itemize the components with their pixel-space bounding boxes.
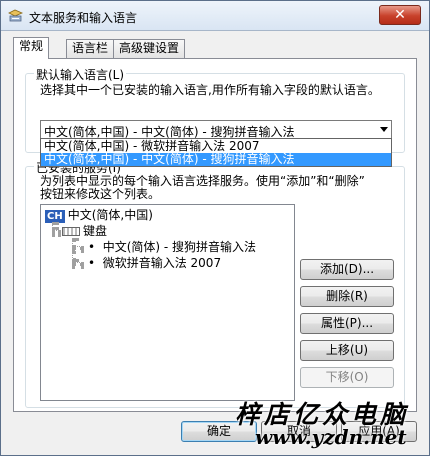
bullet-icon: • <box>88 256 96 270</box>
tree-item-sogou-pinyin[interactable]: • 中文(简体) - 搜狗拼音输入法 <box>88 240 256 254</box>
remove-button[interactable]: 删除(R) <box>300 286 394 307</box>
tree-connector <box>52 230 61 234</box>
default-language-group-title: 默认输入语言(L) <box>34 66 127 83</box>
tree-item-label: 微软拼音输入法 2007 <box>102 256 222 270</box>
bullet-icon: • <box>88 240 96 254</box>
tab-strip: 常规 语言栏 高级键设置 <box>13 37 413 59</box>
tree-node-language[interactable]: CH 中文(简体,中国) <box>45 208 153 223</box>
dropdown-option-sogou-pinyin[interactable]: 中文(简体,中国) - 中文(简体) - 搜狗拼音输入法 <box>41 153 391 166</box>
tab-language-bar[interactable]: 语言栏 <box>66 39 115 58</box>
tree-connector <box>52 222 56 230</box>
tab-general[interactable]: 常规 <box>13 37 50 59</box>
default-language-description: 选择其中一个已安装的输入语言,用作所有输入字段的默认语言。 <box>40 83 380 97</box>
watermark-url: www.yzdn.net <box>255 425 407 449</box>
tree-connector <box>72 262 84 266</box>
tab-advanced-key-settings[interactable]: 高级键设置 <box>113 39 186 58</box>
default-language-dropdown-list: 中文(简体,中国) - 微软拼音输入法 2007 中文(简体,中国) - 中文(… <box>40 138 392 167</box>
close-button[interactable]: ✕ <box>379 5 421 25</box>
keyboard-language-icon <box>7 8 24 23</box>
tree-language-label: 中文(简体,中国) <box>67 208 153 222</box>
close-icon: ✕ <box>394 7 406 23</box>
properties-button[interactable]: 属性(P)... <box>300 313 394 334</box>
move-up-button[interactable]: 上移(U) <box>300 340 394 361</box>
tree-item-label: 中文(简体) - 搜狗拼音输入法 <box>102 240 257 254</box>
add-button[interactable]: 添加(D)... <box>300 259 394 280</box>
tree-connector <box>72 246 84 250</box>
dialog-window: 文本服务和输入语言 ✕ 常规 语言栏 高级键设置 默认输入语言(L) 选择其中一… <box>0 0 430 456</box>
move-down-button[interactable]: 下移(O) <box>300 367 394 388</box>
keyboard-icon <box>62 227 80 236</box>
tree-connector <box>72 238 76 262</box>
installed-services-description-line2: 按钮来修改这个列表。 <box>40 187 161 201</box>
installed-services-tree[interactable]: CH 中文(简体,中国) 键盘 • 中文(简体) - 搜狗拼音输入法 • 微软拼音… <box>40 204 295 401</box>
tree-item-microsoft-pinyin[interactable]: • 微软拼音输入法 2007 <box>88 256 221 270</box>
chevron-down-icon[interactable] <box>380 127 388 132</box>
tree-keyboard-label: 键盘 <box>83 224 108 238</box>
tree-node-keyboard[interactable]: 键盘 <box>62 224 107 238</box>
window-title: 文本服务和输入语言 <box>29 11 138 25</box>
installed-services-description-line1: 为列表中显示的每个输入语言选择服务。使用“添加”和“删除” <box>40 174 365 188</box>
default-language-select[interactable]: 中文(简体,中国) - 中文(简体) - 搜狗拼音输入法 <box>40 120 392 139</box>
title-bar[interactable]: 文本服务和输入语言 ✕ <box>1 1 429 31</box>
